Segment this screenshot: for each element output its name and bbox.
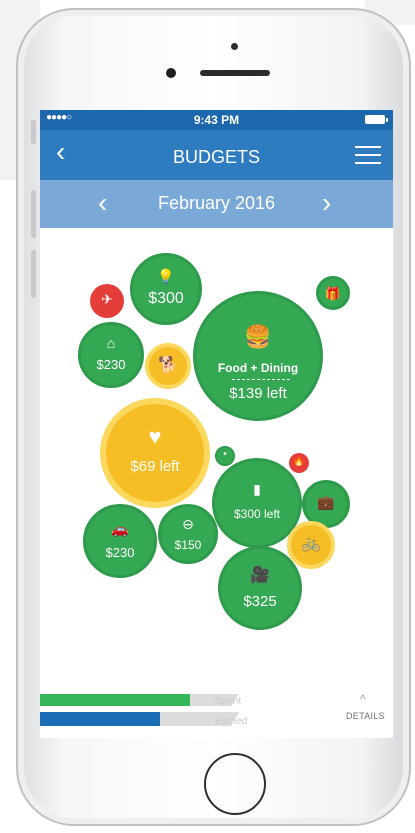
car-icon: 🚗	[111, 521, 129, 537]
budget-bubble-food-dining[interactable]: 🍔 Food + Dining $139 left	[193, 291, 323, 421]
budget-bubble-auto[interactable]: 🚗 $230	[83, 504, 157, 578]
earpiece-speaker	[200, 70, 270, 76]
burger-icon: 🍔	[244, 324, 272, 349]
bubble-amount: $150	[174, 538, 202, 552]
budget-bubble-sports[interactable]: 🚲	[287, 521, 335, 569]
proximity-sensor	[231, 43, 238, 50]
gift-icon: 🎁	[324, 286, 342, 301]
volume-up-button	[31, 190, 36, 238]
budget-bubble-pets[interactable]: 🐕	[145, 343, 191, 389]
bubble-amount: $230	[96, 357, 126, 372]
budget-bubble-fees[interactable]: ⊖ $150	[158, 504, 218, 564]
budget-bubble-gifts[interactable]: 🎁	[316, 276, 350, 310]
status-time: 9:43 PM	[193, 113, 240, 127]
bubble-label: Food + Dining	[217, 361, 299, 375]
category-icon: •	[223, 449, 227, 460]
volume-down-button	[31, 250, 36, 298]
app-screen: ●●●●○ 9:43 PM ‹ BUDGETS ‹ February 2016 …	[40, 110, 393, 738]
bicycle-icon: 🚲	[301, 535, 321, 552]
page-title: BUDGETS	[172, 147, 260, 167]
video-camera-icon: 🎥	[250, 567, 270, 584]
navigation-bar: ‹ BUDGETS	[40, 130, 393, 180]
budget-bubble-alert[interactable]: 🔥	[289, 453, 309, 473]
flame-icon: 🔥	[292, 456, 306, 467]
spent-progress-bar	[40, 694, 190, 706]
house-icon: ⌂	[106, 335, 116, 351]
month-selector: ‹ February 2016 ›	[40, 180, 393, 228]
menu-icon[interactable]	[355, 146, 381, 164]
shopping-bag-icon: ▮	[253, 481, 261, 497]
budget-bubble-chart: ✈ 💡 $300 🎁 ⌂ $230 🐕 🍔 Food + Dining $139…	[40, 228, 393, 678]
budget-bubble-entertainment[interactable]: 🎥 $325	[218, 546, 302, 630]
mute-switch	[31, 120, 36, 144]
earned-label: Earned	[215, 716, 248, 727]
chevron-up-icon[interactable]: ^	[360, 692, 366, 706]
budget-bubble-home[interactable]: ⌂ $230	[78, 322, 144, 388]
budget-summary-footer: Spent Earned ^ DETAILS	[40, 678, 393, 738]
details-button[interactable]: DETAILS	[346, 711, 385, 721]
budget-bubble-small[interactable]: •	[215, 446, 235, 466]
bubble-amount: $300	[148, 290, 184, 307]
budget-bubble-health[interactable]: ♥ $69 left	[100, 398, 210, 508]
spent-label: Spent	[215, 696, 242, 707]
dog-icon: 🐕	[158, 357, 178, 374]
next-month-button[interactable]: ›	[322, 189, 331, 217]
bubble-amount: $230	[105, 545, 135, 560]
front-camera	[166, 68, 176, 78]
budget-bubble-utilities[interactable]: 💡 $300	[130, 253, 202, 325]
bubble-amount: $300 left	[233, 507, 281, 521]
battery-icon	[365, 115, 388, 124]
briefcase-icon: 💼	[317, 494, 335, 510]
budget-bubble-travel[interactable]: ✈	[90, 284, 124, 318]
status-bar: ●●●●○ 9:43 PM	[40, 110, 393, 130]
bubble-divider	[232, 379, 290, 380]
bubble-amount: $139 left	[229, 385, 287, 402]
airplane-icon: ✈	[101, 291, 113, 307]
earned-progress-bar	[40, 712, 160, 726]
minus-circle-icon: ⊖	[182, 516, 194, 532]
lightbulb-icon: 💡	[157, 268, 175, 284]
bubble-amount: $325	[243, 593, 277, 610]
heart-icon: ♥	[148, 424, 162, 449]
month-label: February 2016	[157, 193, 276, 213]
bubble-amount: $69 left	[130, 458, 180, 475]
home-button[interactable]	[204, 753, 266, 815]
